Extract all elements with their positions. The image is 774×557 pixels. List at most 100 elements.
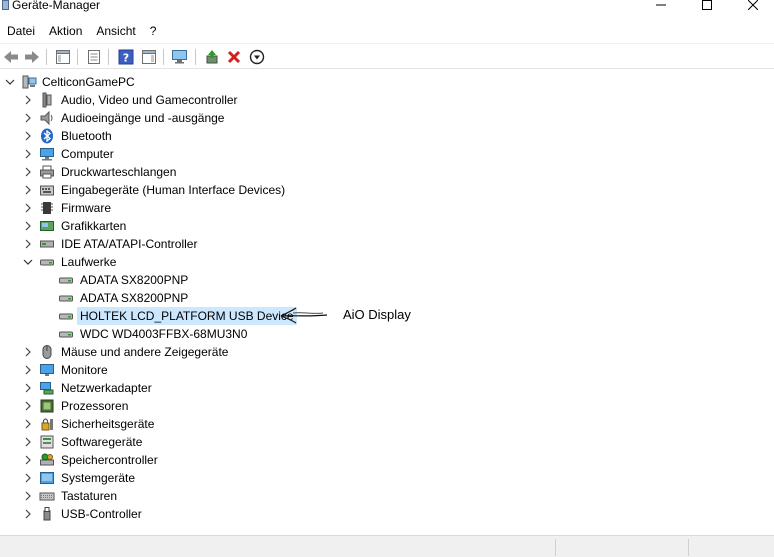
- chevron-right-icon[interactable]: [23, 347, 33, 357]
- chevron-right-icon[interactable]: [23, 131, 33, 141]
- device-tree: CelticonGamePC Audio, Video und Gamecont…: [0, 72, 774, 532]
- toolbar-separator: [163, 49, 164, 65]
- tree-category[interactable]: Druckwarteschlangen: [0, 163, 774, 181]
- annotation-arrow-icon: [280, 307, 328, 324]
- chevron-right-icon[interactable]: [23, 203, 33, 213]
- close-button[interactable]: [730, 0, 774, 14]
- help-button[interactable]: ?: [116, 47, 136, 67]
- annotation-text: AiO Display: [343, 307, 411, 322]
- drive-item[interactable]: WDC WD4003FFBX-68MU3N0: [0, 325, 774, 343]
- storage-controller-icon: [39, 452, 55, 468]
- disk-drive-icon: [58, 290, 74, 306]
- tree-category[interactable]: Laufwerke: [0, 253, 774, 271]
- chevron-right-icon[interactable]: [23, 239, 33, 249]
- menu-datei[interactable]: Datei: [0, 21, 42, 41]
- disable-device-button[interactable]: [247, 47, 267, 67]
- tree-category[interactable]: Prozessoren: [0, 397, 774, 415]
- toolbar-separator: [195, 49, 196, 65]
- tree-category-label: Tastaturen: [61, 489, 118, 503]
- title-bar: Geräte-Manager: [0, 0, 774, 14]
- tree-category[interactable]: Computer: [0, 145, 774, 163]
- tree-category[interactable]: Netzwerkadapter: [0, 379, 774, 397]
- chevron-right-icon[interactable]: [23, 419, 33, 429]
- properties-button[interactable]: [84, 47, 104, 67]
- tree-category-label: Mäuse und andere Zeigegeräte: [61, 345, 229, 359]
- tree-category[interactable]: Sicherheitsgeräte: [0, 415, 774, 433]
- tree-category-label: Bluetooth: [61, 129, 112, 143]
- bluetooth-icon: [39, 128, 55, 144]
- toolbar-separator: [46, 49, 47, 65]
- show-hide-console-tree-icon: [56, 50, 70, 64]
- tree-category[interactable]: Systemgeräte: [0, 469, 774, 487]
- tree-category[interactable]: Audio, Video und Gamecontroller: [0, 91, 774, 109]
- window-title: Geräte-Manager: [12, 0, 101, 12]
- audio-icon: [39, 92, 55, 108]
- tree-category[interactable]: Bluetooth: [0, 127, 774, 145]
- action-pane-button[interactable]: [139, 47, 159, 67]
- chevron-right-icon[interactable]: [23, 437, 33, 447]
- close-icon: [748, 0, 758, 10]
- chevron-right-icon[interactable]: [23, 455, 33, 465]
- chevron-right-icon[interactable]: [23, 509, 33, 519]
- chevron-down-icon[interactable]: [5, 77, 15, 87]
- tree-category[interactable]: Softwaregeräte: [0, 433, 774, 451]
- minimize-button[interactable]: [638, 0, 684, 14]
- menu-help[interactable]: ?: [143, 21, 164, 41]
- scan-hardware-button[interactable]: [170, 47, 190, 67]
- tree-category-label: Druckwarteschlangen: [61, 165, 177, 179]
- chevron-right-icon[interactable]: [23, 473, 33, 483]
- toolbar-separator: [108, 49, 109, 65]
- chevron-right-icon[interactable]: [23, 95, 33, 105]
- update-driver-button[interactable]: [202, 47, 222, 67]
- tree-category[interactable]: USB-Controller: [0, 505, 774, 523]
- maximize-icon: [702, 0, 712, 10]
- menu-ansicht[interactable]: Ansicht: [89, 21, 142, 41]
- display-adapter-icon: [39, 218, 55, 234]
- tree-category[interactable]: Tastaturen: [0, 487, 774, 505]
- tree-category-label: Eingabegeräte (Human Interface Devices): [61, 183, 286, 197]
- tree-category[interactable]: Monitore: [0, 361, 774, 379]
- chevron-right-icon[interactable]: [23, 491, 33, 501]
- chevron-right-icon[interactable]: [23, 401, 33, 411]
- tree-category[interactable]: Grafikkarten: [0, 217, 774, 235]
- disable-device-icon: [249, 49, 265, 65]
- chevron-right-icon[interactable]: [23, 365, 33, 375]
- disk-drive-icon: [58, 326, 74, 342]
- svg-text:?: ?: [123, 52, 129, 65]
- tree-root[interactable]: CelticonGamePC: [0, 73, 774, 91]
- maximize-button[interactable]: [684, 0, 730, 14]
- tree-category[interactable]: Firmware: [0, 199, 774, 217]
- console-tree-button[interactable]: [53, 47, 73, 67]
- tree-category[interactable]: Audioeingänge und -ausgänge: [0, 109, 774, 127]
- tree-category[interactable]: IDE ATA/ATAPI-Controller: [0, 235, 774, 253]
- tree-category-label: Grafikkarten: [61, 219, 127, 233]
- chevron-right-icon[interactable]: [23, 113, 33, 123]
- tree-category-label: Firmware: [61, 201, 111, 215]
- chevron-right-icon[interactable]: [23, 383, 33, 393]
- chevron-right-icon[interactable]: [23, 221, 33, 231]
- tree-category[interactable]: Mäuse und andere Zeigegeräte: [0, 343, 774, 361]
- uninstall-device-button[interactable]: [224, 47, 244, 67]
- processor-icon: [39, 398, 55, 414]
- tree-category[interactable]: Speichercontroller: [0, 451, 774, 469]
- back-icon: [4, 51, 18, 63]
- tree-category-label: Audio, Video und Gamecontroller: [61, 93, 238, 107]
- computer-root-icon: [21, 74, 37, 90]
- toolbar: ?: [0, 43, 774, 69]
- forward-button[interactable]: [22, 47, 42, 67]
- chevron-down-icon[interactable]: [23, 257, 33, 267]
- drive-item[interactable]: ADATA SX8200PNP: [0, 271, 774, 289]
- root-label: CelticonGamePC: [42, 75, 135, 89]
- chevron-right-icon[interactable]: [23, 167, 33, 177]
- tree-category[interactable]: Eingabegeräte (Human Interface Devices): [0, 181, 774, 199]
- system-device-icon: [39, 470, 55, 486]
- tree-category-label: Systemgeräte: [61, 471, 136, 485]
- tree-category-label: USB-Controller: [61, 507, 142, 521]
- back-button[interactable]: [1, 47, 21, 67]
- drive-item[interactable]: ADATA SX8200PNP: [0, 289, 774, 307]
- menu-aktion[interactable]: Aktion: [42, 21, 89, 41]
- tree-category-label: Prozessoren: [61, 399, 129, 413]
- chevron-right-icon[interactable]: [23, 185, 33, 195]
- chevron-right-icon[interactable]: [23, 149, 33, 159]
- tree-category-label: Monitore: [61, 363, 108, 377]
